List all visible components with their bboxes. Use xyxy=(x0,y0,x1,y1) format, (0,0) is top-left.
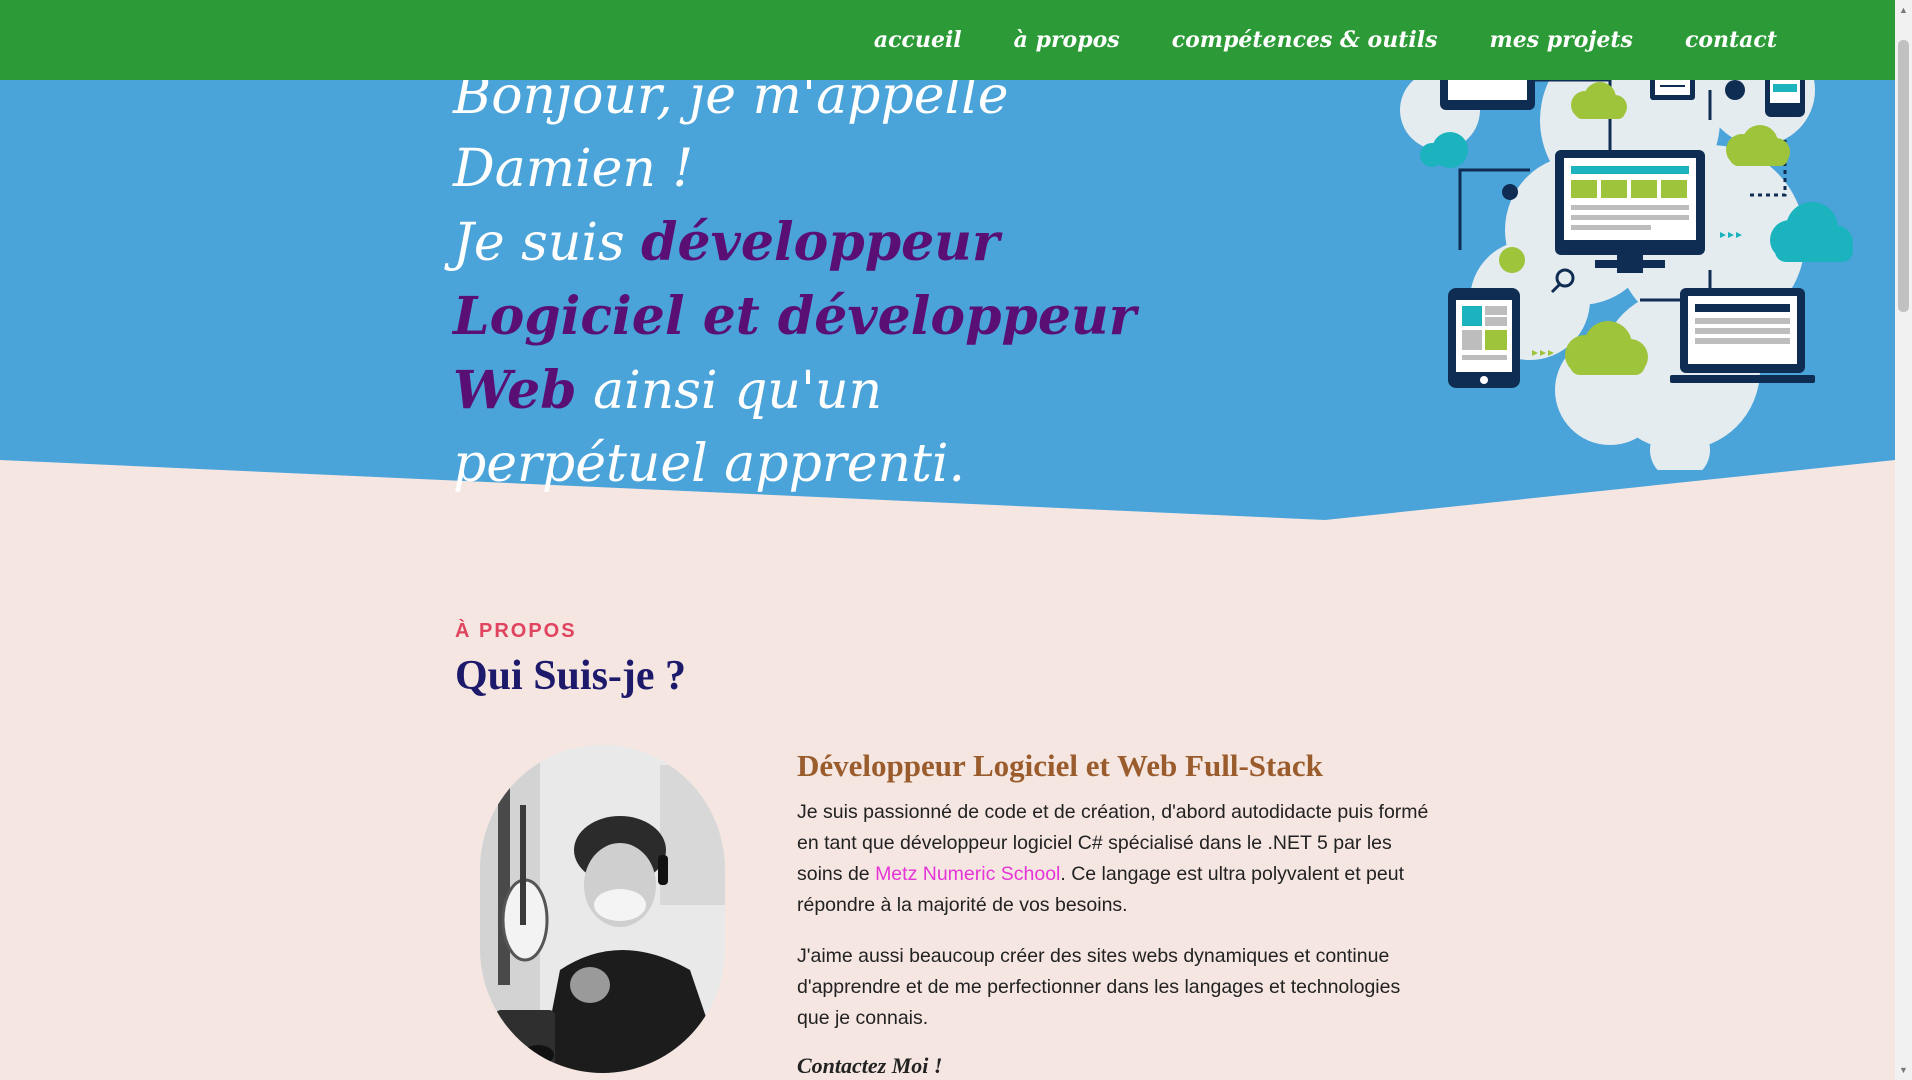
hero-intro: Je suis xyxy=(453,213,642,273)
nav-a-propos[interactable]: à propos xyxy=(1014,27,1120,53)
profile-photo xyxy=(480,745,725,1073)
profile-photo-image xyxy=(480,745,725,1073)
page-scrollbar[interactable]: ▲ ▼ xyxy=(1895,0,1912,1080)
scroll-up-arrow-icon[interactable]: ▲ xyxy=(1895,2,1912,18)
top-navbar: accueil à propos compétences & outils me… xyxy=(0,0,1895,80)
nav-links: accueil à propos compétences & outils me… xyxy=(874,0,1777,80)
about-subtitle: Développeur Logiciel et Web Full-Stack xyxy=(797,748,1323,783)
nav-contact[interactable]: contact xyxy=(1685,27,1777,53)
nav-competences[interactable]: compétences & outils xyxy=(1172,27,1438,53)
hero-greeting: Bonjour, je m'appelle Damien ! xyxy=(453,66,1009,199)
scroll-down-arrow-icon[interactable]: ▼ xyxy=(1895,1062,1912,1078)
about-paragraph-1: Je suis passionné de code et de création… xyxy=(797,797,1437,921)
about-title: Qui Suis-je ? xyxy=(455,653,687,699)
nav-projets[interactable]: mes projets xyxy=(1489,27,1632,53)
about-paragraph-2: J'aime aussi beaucoup créer des sites we… xyxy=(797,945,1401,1029)
about-body: Je suis passionné de code et de création… xyxy=(797,797,1437,1054)
hero-description: Je suis développeur Logiciel et développ… xyxy=(453,206,1143,501)
nav-accueil[interactable]: accueil xyxy=(874,27,962,53)
scroll-thumb[interactable] xyxy=(1898,40,1909,312)
hero-heading: Bonjour, je m'appelle Damien ! Je suis d… xyxy=(453,60,1143,501)
about-eyebrow: À PROPOS xyxy=(455,620,577,642)
contact-me-link[interactable]: Contactez Moi ! xyxy=(797,1053,942,1079)
metz-numeric-school-link[interactable]: Metz Numeric School xyxy=(875,863,1060,885)
